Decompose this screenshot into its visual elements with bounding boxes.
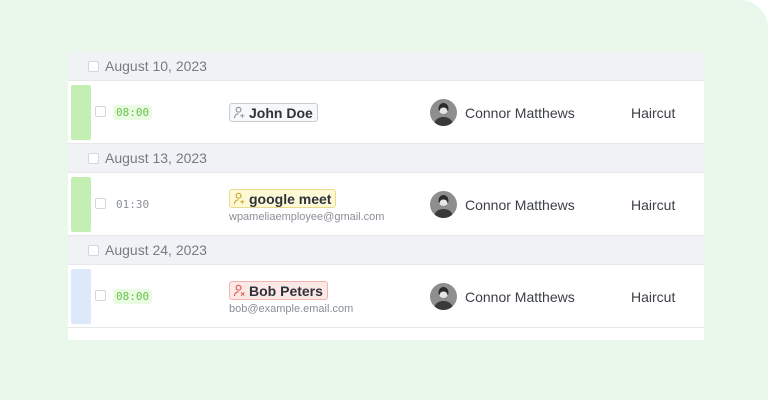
status-indicator: [71, 85, 91, 140]
customer-badge[interactable]: John Doe: [229, 103, 318, 122]
customer-name: google meet: [249, 190, 332, 207]
appointment-row[interactable]: 08:00 John Doe Connor Matthews Haircut: [68, 81, 704, 144]
date-group-label: August 13, 2023: [105, 150, 207, 166]
date-group-checkbox[interactable]: [88, 244, 99, 256]
status-indicator: [71, 269, 91, 324]
customer-badge[interactable]: google meet: [229, 189, 337, 208]
service-name: Haircut: [631, 289, 676, 305]
date-group-header: August 13, 2023: [68, 144, 704, 173]
employee-cell: Connor Matthews: [430, 191, 575, 218]
status-indicator: [71, 177, 91, 232]
employee-avatar: [430, 191, 457, 218]
appointment-time: 01:30: [116, 198, 150, 211]
date-group-header: August 24, 2023: [68, 236, 704, 265]
service-name: Haircut: [631, 105, 676, 121]
appointment-time: 08:00: [113, 289, 153, 304]
employee-avatar: [430, 283, 457, 310]
customer-badge[interactable]: Bob Peters: [229, 281, 328, 300]
customer-name: John Doe: [249, 104, 313, 121]
person-icon: [233, 106, 245, 119]
employee-avatar: [430, 99, 457, 126]
employee-name: Connor Matthews: [465, 196, 575, 213]
customer-email: wpameliaemployee@gmail.com: [229, 211, 385, 223]
date-group-header: August 10, 2023: [68, 52, 704, 81]
customer-cell: John Doe: [229, 103, 318, 124]
date-group-label: August 10, 2023: [105, 58, 207, 74]
appointment-row[interactable]: 08:00 Bob Peters bob@example.email.com C…: [68, 265, 704, 328]
date-group-checkbox[interactable]: [88, 60, 99, 72]
appointment-row[interactable]: 01:30 google meet wpameliaemployee@gmail…: [68, 173, 704, 236]
appointments-table: August 10, 2023 08:00 John Doe Connor Ma…: [68, 52, 704, 340]
employee-name: Connor Matthews: [465, 288, 575, 305]
row-checkbox[interactable]: [95, 198, 106, 209]
customer-cell: Bob Peters bob@example.email.com: [229, 281, 353, 315]
service-name: Haircut: [631, 197, 676, 213]
person-x-icon: [233, 284, 245, 297]
employee-cell: Connor Matthews: [430, 99, 575, 126]
customer-cell: google meet wpameliaemployee@gmail.com: [229, 189, 384, 223]
employee-name: Connor Matthews: [465, 104, 575, 121]
customer-email: bob@example.email.com: [229, 303, 354, 315]
customer-name: Bob Peters: [249, 282, 323, 299]
date-group-checkbox[interactable]: [88, 152, 99, 164]
employee-cell: Connor Matthews: [430, 283, 575, 310]
date-group-label: August 24, 2023: [105, 242, 207, 258]
row-checkbox[interactable]: [95, 106, 106, 117]
person-icon: [233, 192, 245, 205]
appointment-time: 08:00: [113, 105, 153, 120]
row-checkbox[interactable]: [95, 290, 106, 301]
